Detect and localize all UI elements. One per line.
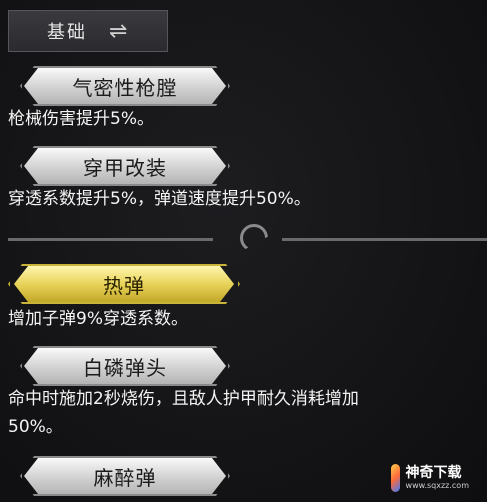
perk-desc-line1: 命中时施加2秒烧伤，且敌人护甲耐久消耗增加 [8,389,359,409]
watermark: 神奇下载 www.sqxzz.com [391,460,469,496]
perk-name: 白磷弹头 [83,355,167,380]
perk-badge-2[interactable]: 穿甲改装 [24,148,226,184]
perk-desc: 增加子弹9%穿透系数。 [8,309,188,329]
perk-badge-1[interactable]: 气密性枪膛 [24,68,226,104]
perk-name: 麻醉弹 [93,465,157,490]
swap-arrows-icon[interactable]: ⇌ [109,19,127,44]
watermark-url: www.sqxzz.com [405,481,469,490]
divider-left [8,238,213,241]
perk-name: 热弹 [103,273,145,298]
tab-basic[interactable]: 基础 ⇌ [8,10,168,52]
perk-name: 穿甲改装 [83,155,167,180]
perk-badge-3[interactable]: 热弹 [14,266,234,302]
perk-desc: 枪械伤害提升5%。 [8,109,154,129]
tab-basic-label: 基础 [47,22,87,43]
divider-knob [240,224,268,252]
perk-badge-4[interactable]: 白磷弹头 [24,348,226,384]
perk-name: 气密性枪膛 [72,75,178,100]
divider-right [282,238,487,241]
perk-badge-5[interactable]: 麻醉弹 [24,458,226,494]
perk-desc-line2: 50%。 [8,417,63,437]
watermark-logo-icon [391,464,400,492]
perk-desc: 穿透系数提升5%，弹道速度提升50%。 [8,189,311,209]
watermark-title: 神奇下载 [405,465,462,481]
